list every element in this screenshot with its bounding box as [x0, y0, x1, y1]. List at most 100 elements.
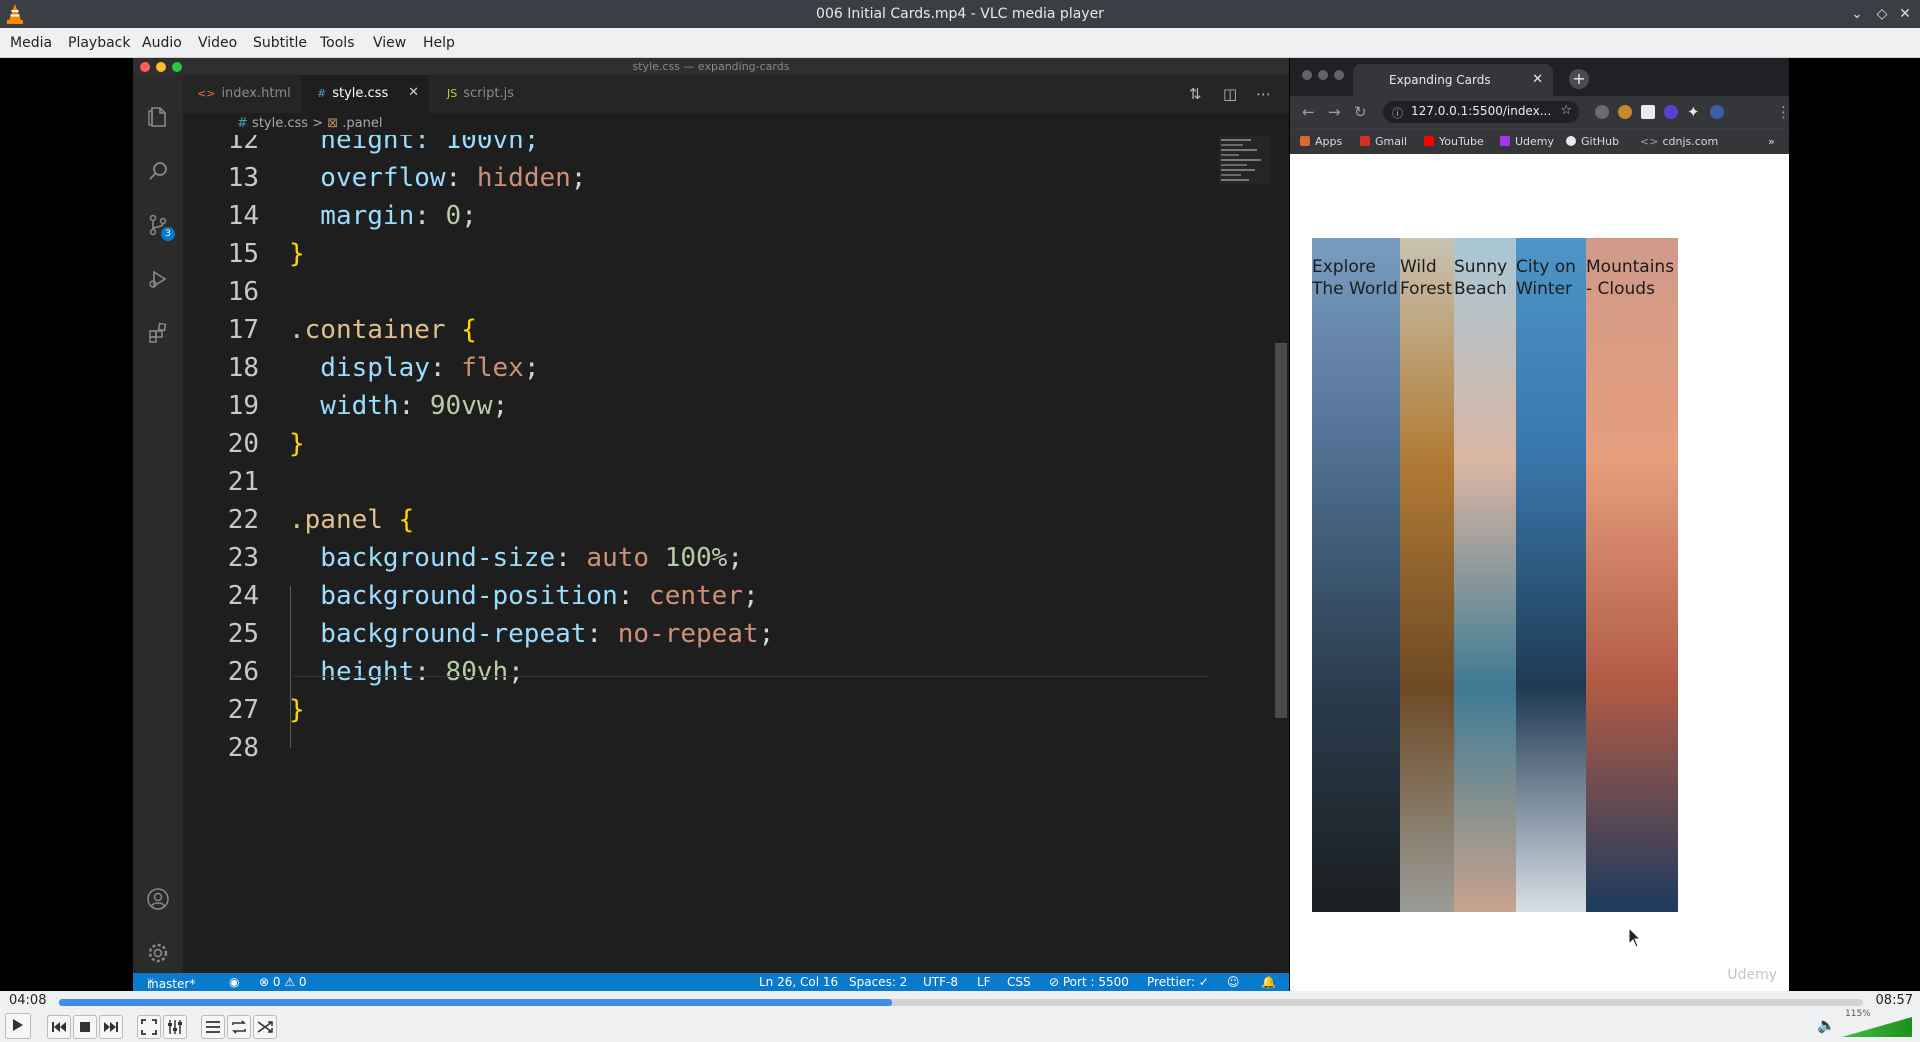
feedback-icon[interactable]: ☺: [1227, 975, 1240, 989]
selector-symbol-icon: ⊠: [327, 116, 339, 131]
more-actions-icon[interactable]: ⋯: [1256, 85, 1271, 103]
live-share-icon[interactable]: ◉: [229, 975, 239, 989]
next-button[interactable]: [99, 1015, 123, 1039]
bookmark-youtube[interactable]: YouTube: [1424, 135, 1484, 148]
volume-slider[interactable]: [1842, 1017, 1912, 1037]
code-brackets-icon: <>: [1640, 135, 1659, 148]
browser-menu-icon[interactable]: ⋮: [1776, 103, 1791, 121]
close-icon[interactable]: ✕: [1895, 3, 1915, 25]
code-token: center: [649, 581, 743, 611]
menu-video[interactable]: Video: [198, 35, 237, 51]
previous-button[interactable]: [47, 1015, 71, 1039]
bookmark-gmail[interactable]: Gmail: [1360, 135, 1407, 148]
extension-icon[interactable]: [1618, 105, 1632, 119]
playlist-icon: [206, 1021, 220, 1033]
udemy-icon: [1500, 136, 1510, 146]
card-panel[interactable]: Mountains - Clouds: [1586, 238, 1678, 912]
menu-subtitle[interactable]: Subtitle: [253, 35, 307, 51]
css-file-icon: #: [237, 116, 248, 131]
language-mode[interactable]: CSS: [1007, 975, 1031, 989]
editor-tabbar: <> index.html # style.css ✕ JS script.js ⇅ …: [183, 75, 1289, 113]
css-file-icon: #: [317, 87, 327, 100]
html-file-icon: <>: [197, 87, 216, 100]
extended-settings-button[interactable]: [163, 1015, 187, 1039]
bookmarks-bar: Apps Gmail YouTube Udemy GitHub <> cdnjs.…: [1290, 128, 1789, 154]
card-panel[interactable]: Explore The World: [1312, 238, 1400, 912]
card-panel[interactable]: City on Winter: [1516, 238, 1586, 912]
bookmark-apps[interactable]: Apps: [1300, 135, 1342, 148]
line-number: 24: [227, 581, 259, 611]
code-line: overflow: hidden;: [289, 163, 586, 193]
code-token: background-position: [289, 581, 618, 611]
bookmark-udemy[interactable]: Udemy: [1500, 135, 1554, 148]
volume-speaker-icon[interactable]: 🔈: [1817, 1016, 1836, 1034]
bookmark-github[interactable]: GitHub: [1566, 135, 1619, 148]
code-line: }: [289, 239, 305, 269]
new-tab-icon[interactable]: +: [1569, 69, 1589, 89]
menu-tools[interactable]: Tools: [320, 35, 355, 51]
vscode-titlebar: style.css — expanding-cards: [133, 58, 1289, 75]
problems-indicator[interactable]: ⊗ 0 ⚠ 0: [259, 975, 307, 989]
tab-close-icon[interactable]: ✕: [408, 85, 419, 100]
code-editor[interactable]: 12 height: 100vh; 13 overflow: hidden; 14 …: [183, 135, 1239, 973]
back-icon[interactable]: ←: [1302, 103, 1315, 121]
shuffle-icon: [257, 1021, 273, 1033]
video-surface[interactable]: style.css — expanding-cards 3 <> index.h…: [0, 58, 1920, 991]
site-info-icon[interactable]: ⓘ: [1392, 105, 1403, 121]
line-number: 22: [227, 505, 259, 535]
menu-help[interactable]: Help: [423, 35, 455, 51]
tab-close-icon[interactable]: ✕: [1532, 72, 1543, 87]
indentation[interactable]: Spaces: 2: [849, 975, 907, 989]
end-of-line[interactable]: LF: [977, 975, 991, 989]
profile-avatar[interactable]: [1710, 105, 1724, 119]
open-changes-icon[interactable]: ⇅: [1189, 85, 1202, 103]
breadcrumb-symbol[interactable]: .panel: [342, 116, 382, 131]
maximize-icon[interactable]: ◇: [1872, 3, 1892, 25]
code-token: ;: [508, 657, 524, 687]
play-button[interactable]: [5, 1013, 31, 1039]
playlist-button[interactable]: [201, 1015, 225, 1039]
editor-scrollbar[interactable]: [1275, 343, 1287, 718]
menu-playback[interactable]: Playback: [68, 35, 130, 51]
browser-tab[interactable]: Expanding Cards ✕: [1353, 64, 1553, 96]
tab-style-css[interactable]: # style.css ✕: [301, 75, 429, 113]
encoding[interactable]: UTF-8: [923, 975, 958, 989]
card-panel[interactable]: Wild Forest: [1400, 238, 1454, 912]
minimap[interactable]: [1219, 136, 1271, 184]
tab-index-html[interactable]: <> index.html: [183, 75, 301, 113]
stop-button[interactable]: [73, 1015, 97, 1039]
extension-icon[interactable]: [1595, 105, 1609, 119]
prettier-status[interactable]: Prettier: ✓: [1147, 975, 1209, 989]
extension-icon[interactable]: [1664, 105, 1678, 119]
code-line: }: [289, 695, 305, 725]
bookmark-star-icon[interactable]: ☆: [1560, 103, 1572, 118]
reload-icon[interactable]: ↻: [1354, 103, 1367, 121]
menu-view[interactable]: View: [373, 35, 406, 51]
shuffle-button[interactable]: [253, 1015, 277, 1039]
forward-icon[interactable]: →: [1328, 103, 1341, 121]
extensions-puzzle-icon[interactable]: ✦: [1687, 103, 1700, 121]
seek-slider[interactable]: [59, 999, 1863, 1006]
bookmark-cdnjs[interactable]: <> cdnjs.com: [1640, 135, 1718, 148]
minimize-icon[interactable]: ⌄: [1847, 3, 1867, 25]
split-editor-icon[interactable]: ◫: [1223, 85, 1237, 103]
notifications-bell-icon[interactable]: 🔔: [1261, 975, 1276, 989]
activity-bar: 3: [133, 75, 183, 973]
extension-icon[interactable]: [1641, 105, 1655, 119]
window-title: 006 Initial Cards.mp4 - VLC media player: [816, 6, 1104, 22]
breadcrumb-separator: >: [312, 116, 324, 131]
card-panel[interactable]: Sunny Beach: [1454, 238, 1516, 912]
more-bookmarks-icon[interactable]: »: [1768, 135, 1775, 148]
address-bar[interactable]: ⓘ 127.0.0.1:5500/index... ☆: [1383, 101, 1579, 123]
tab-script-js[interactable]: JS script.js: [429, 75, 541, 113]
fullscreen-button[interactable]: [137, 1015, 161, 1039]
cursor-position[interactable]: Ln 26, Col 16: [759, 975, 838, 989]
menu-media[interactable]: Media: [10, 35, 52, 51]
breadcrumb-file[interactable]: style.css: [252, 116, 308, 131]
live-server-port[interactable]: ⊘ Port : 5500: [1049, 975, 1129, 989]
menu-audio[interactable]: Audio: [142, 35, 182, 51]
loop-button[interactable]: [227, 1015, 251, 1039]
minimize-dot-icon: [1318, 70, 1328, 80]
code-token: :: [586, 619, 618, 649]
js-file-icon: JS: [447, 87, 458, 100]
